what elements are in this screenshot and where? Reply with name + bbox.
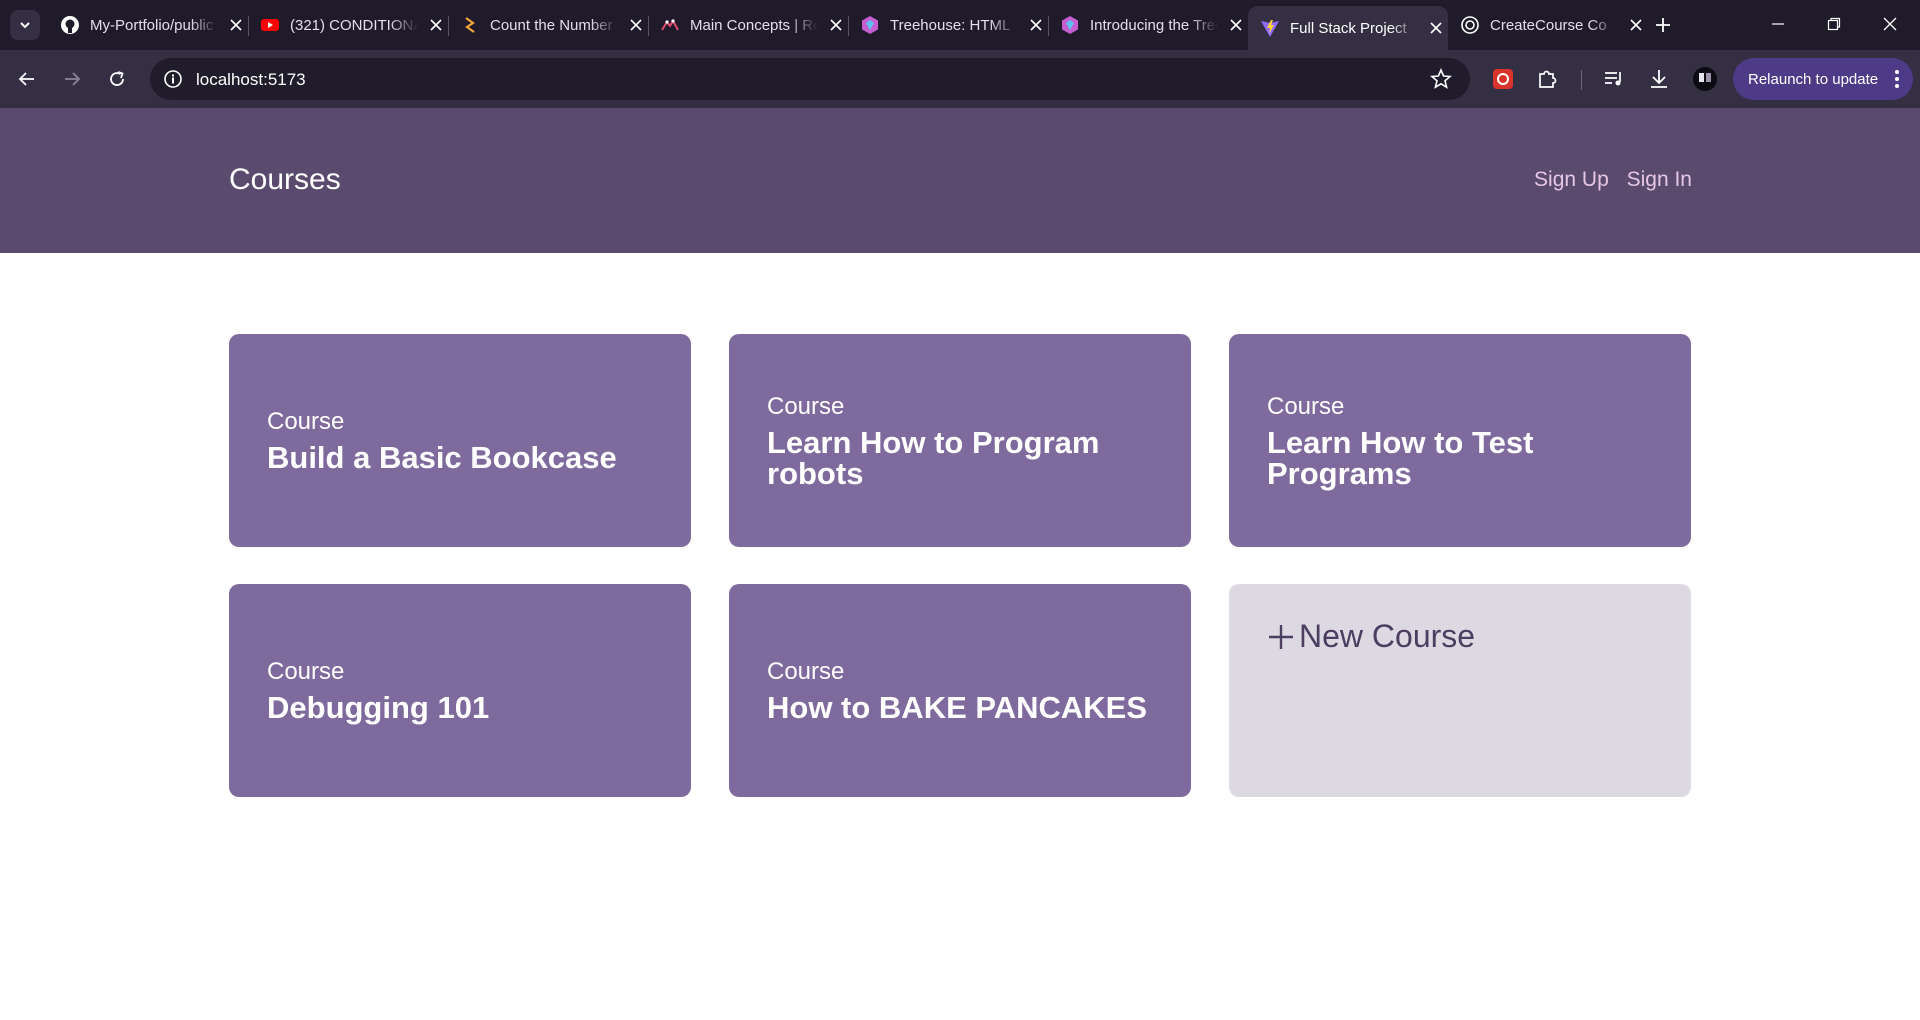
url-text[interactable]: localhost:5173 [196,70,306,90]
youtube-icon [260,15,280,35]
treehouse-icon [1060,15,1080,35]
download-icon[interactable] [1646,66,1672,92]
minimize-button[interactable] [1750,0,1806,48]
browser-toolbar: localhost:5173 Relaunch to update [0,50,1920,108]
close-icon[interactable] [226,15,246,35]
browser-tab[interactable]: Main Concepts | React [648,6,849,44]
course-card[interactable]: Course How to BAKE PANCAKES [729,584,1191,797]
auth-nav: Sign Up Sign In [1522,168,1692,192]
vite-icon [1260,18,1280,38]
course-title: Build a Basic Bookcase [267,440,617,475]
tab-title: Full Stack Project [1290,19,1407,37]
profile-avatar[interactable] [1692,66,1718,92]
course-card[interactable]: Course Build a Basic Bookcase [229,334,691,547]
reload-button[interactable] [100,62,134,96]
close-icon[interactable] [1426,18,1446,38]
toolbar-divider [1581,70,1582,90]
course-label: Course [767,392,845,420]
course-card[interactable]: Course Learn How to Program robots [729,334,1191,547]
close-icon[interactable] [1626,15,1646,35]
tab-title: Main Concepts | React [690,16,818,34]
course-label: Course [767,658,845,685]
course-card[interactable]: Course Debugging 101 [229,584,691,797]
forward-button[interactable] [55,62,89,96]
sign-in-link[interactable]: Sign In [1627,168,1692,191]
tab-title: (321) CONDITIONALS [290,16,418,34]
tab-title: CreateCourse Co [1490,16,1607,34]
extensions-puzzle-icon[interactable] [1534,66,1560,92]
codewars-icon [460,15,480,35]
plus-icon [1269,624,1293,649]
browser-tab[interactable]: CreateCourse Co [1448,6,1648,44]
site-logo[interactable]: Courses [229,163,341,197]
address-bar[interactable]: localhost:5173 [150,58,1470,100]
new-course-button: New Course [1267,618,1653,655]
course-title: How to BAKE PANCAKES [767,690,1148,725]
site-info-icon[interactable] [162,68,184,90]
media-control-icon[interactable] [1601,66,1627,92]
tab-title: Treehouse: HTML [890,16,1011,34]
close-icon[interactable] [826,15,846,35]
minimize-icon [1772,23,1784,25]
sign-up-link[interactable]: Sign Up [1534,168,1609,191]
new-tab-button[interactable] [1651,13,1675,37]
new-course-card[interactable]: New Course [1229,584,1691,797]
browser-tab[interactable]: Introducing the Treehouse [1048,6,1248,44]
kebab-menu-icon[interactable] [1895,69,1899,89]
course-title: Debugging 101 [267,690,490,725]
window-close-button[interactable] [1862,0,1918,48]
tab-title: My-Portfolio/public [90,16,214,34]
course-label: Course [267,408,345,435]
course-card[interactable]: Course Learn How to Test Programs [1229,334,1691,547]
relaunch-update-button[interactable]: Relaunch to update [1733,58,1913,100]
site-header: Courses Sign Up Sign In [0,108,1920,253]
browser-tab[interactable]: My-Portfolio/public [48,6,249,44]
browser-tab-active[interactable]: Full Stack Project [1248,6,1448,50]
new-course-label: New Course [1299,618,1476,654]
bookmark-star-icon[interactable] [1430,68,1452,90]
close-icon[interactable] [626,15,646,35]
close-icon[interactable] [426,15,446,35]
plus-icon [1656,18,1670,32]
extension-icon[interactable] [1490,66,1516,92]
github-icon [60,15,80,35]
arrow-right-icon [65,72,81,86]
course-title: Learn How to Test Programs [1267,424,1534,491]
browser-tab[interactable]: Count the Number [448,6,649,44]
browser-tab[interactable]: (321) CONDITIONALS [248,6,449,44]
restore-icon [1827,17,1841,31]
tab-title: Introducing the Treehouse [1090,16,1218,34]
tab-title: Count the Number [490,16,613,34]
react-icon [660,15,680,35]
restore-button[interactable] [1806,0,1862,48]
close-icon [1883,17,1897,31]
course-label: Course [267,658,345,685]
close-icon[interactable] [1026,15,1046,35]
reload-icon [110,71,124,86]
chatgpt-icon [1460,15,1480,35]
browser-tab[interactable]: Treehouse: HTML [848,6,1049,44]
close-icon[interactable] [1226,15,1246,35]
treehouse-icon [860,15,880,35]
course-label: Course [1267,392,1345,420]
tab-search-button[interactable] [10,10,40,40]
course-title: Learn How to Program robots [767,424,1100,491]
browser-tab-strip: My-Portfolio/public (321) CONDITIONALS C… [0,0,1920,50]
chevron-down-icon [20,22,30,29]
relaunch-label: Relaunch to update [1748,70,1879,88]
arrow-left-icon [18,72,34,86]
back-button[interactable] [10,62,44,96]
